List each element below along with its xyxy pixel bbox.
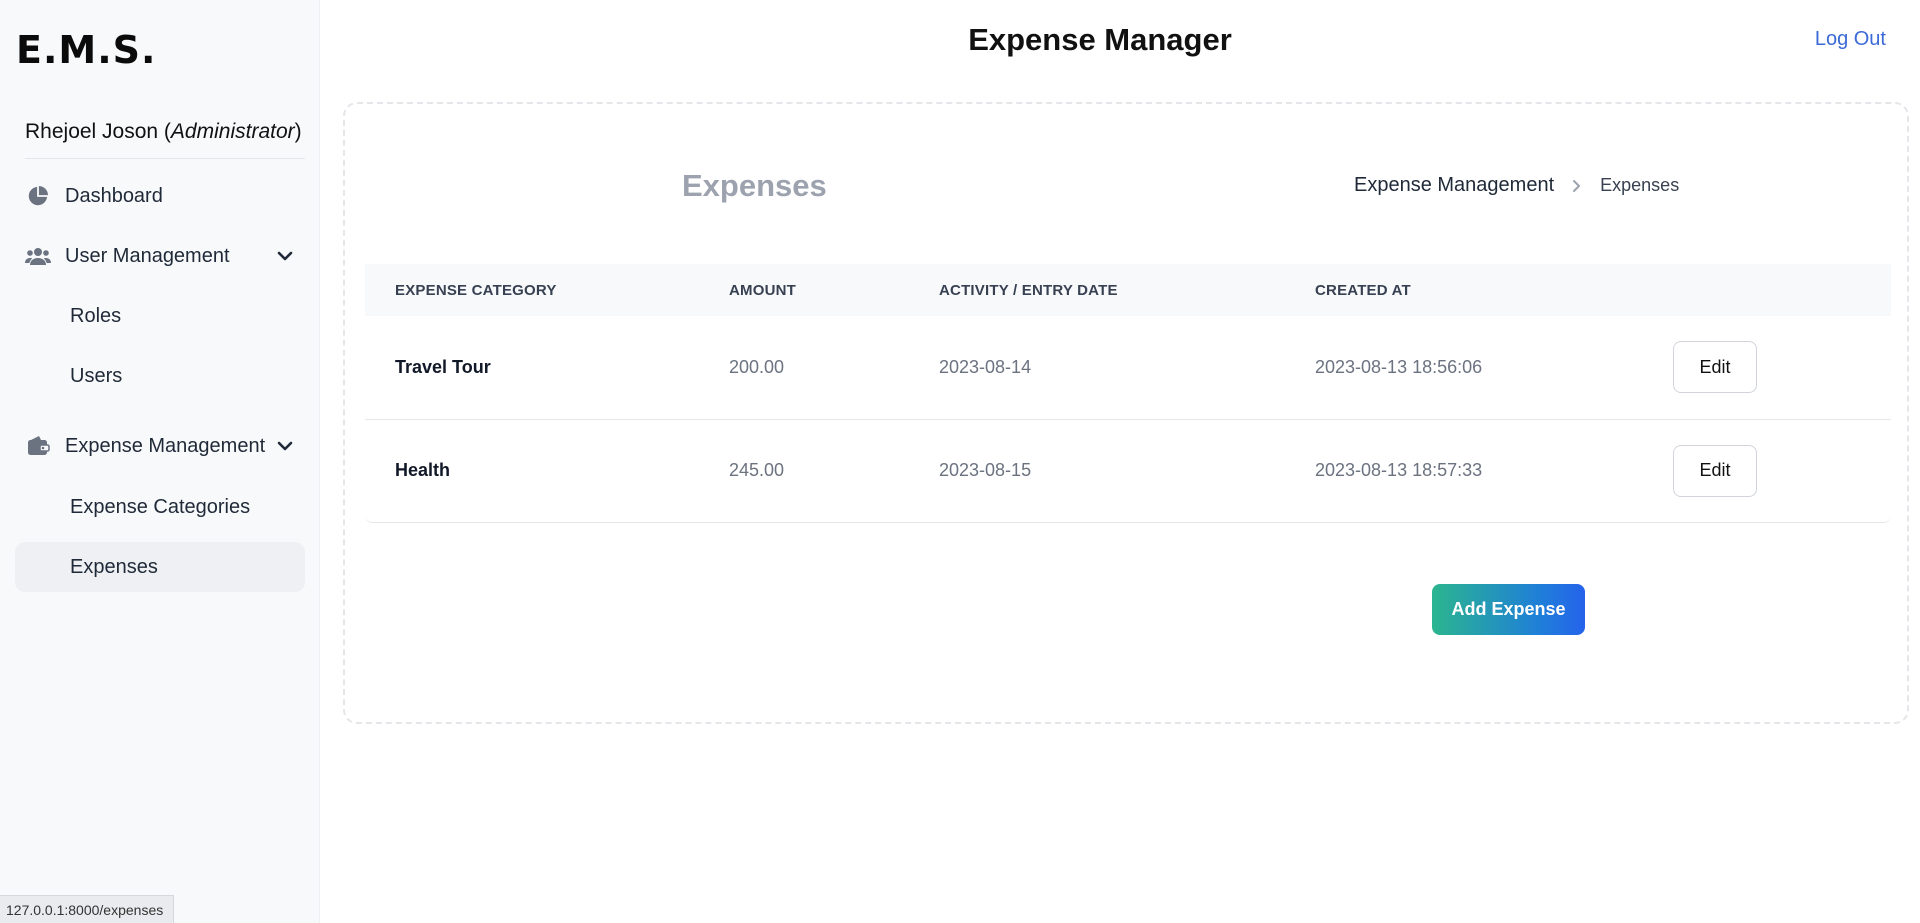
sidebar-item-label: Expense Categories xyxy=(70,495,251,518)
sidebar-item-label: Expense Management xyxy=(65,434,266,457)
sidebar-item-label: User Management xyxy=(65,244,230,267)
column-header-created-at: CREATED AT xyxy=(1315,281,1411,299)
sidebar-item-expenses[interactable]: Expenses xyxy=(15,542,305,592)
breadcrumb-current: Expenses xyxy=(1600,175,1680,195)
sidebar-divider xyxy=(25,158,305,159)
sidebar-item-dashboard[interactable]: Dashboard xyxy=(15,171,305,221)
column-header-amount: AMOUNT xyxy=(729,281,797,299)
user-role: Administrator xyxy=(170,120,295,143)
table-header-row: EXPENSE CATEGORY AMOUNT ACTIVITY / ENTRY… xyxy=(365,264,1891,316)
sidebar-item-roles[interactable]: Roles xyxy=(15,291,305,341)
table-row: Health 245.00 2023-08-15 2023-08-13 18:5… xyxy=(365,419,1891,522)
sidebar-item-label: Roles xyxy=(70,304,122,327)
sidebar-item-expense-categories[interactable]: Expense Categories xyxy=(15,482,305,532)
column-header-entry-date: ACTIVITY / ENTRY DATE xyxy=(939,281,1118,299)
cell-entry-date: 2023-08-14 xyxy=(939,356,1032,377)
cell-category: Travel Tour xyxy=(395,356,491,377)
cell-created-at: 2023-08-13 18:57:33 xyxy=(1315,460,1483,481)
add-expense-button[interactable]: Add Expense xyxy=(1432,584,1585,635)
sidebar-item-label: Users xyxy=(70,364,123,387)
status-bar-url: 127.0.0.1:8000/expenses xyxy=(0,895,175,923)
cell-actions: Edit xyxy=(1643,419,1891,522)
breadcrumb-parent[interactable]: Expense Management xyxy=(1354,174,1554,197)
column-header-actions xyxy=(1643,264,1891,316)
chevron-down-icon[interactable] xyxy=(275,246,295,266)
chevron-down-icon[interactable] xyxy=(275,436,295,456)
sidebar-item-expense-management[interactable]: Expense Management xyxy=(15,421,305,471)
expenses-table: EXPENSE CATEGORY AMOUNT ACTIVITY / ENTRY… xyxy=(365,264,1891,523)
pie-chart-icon xyxy=(25,183,51,209)
current-user: Rhejoel Joson (Administrator) xyxy=(25,120,302,143)
edit-button[interactable]: Edit xyxy=(1673,444,1757,497)
cell-category: Health xyxy=(395,460,451,481)
sidebar-item-user-management[interactable]: User Management xyxy=(15,231,305,281)
sidebar-item-label: Expenses xyxy=(70,555,158,578)
cell-amount: 245.00 xyxy=(729,460,785,481)
cell-created-at: 2023-08-13 18:56:06 xyxy=(1315,356,1483,377)
cell-entry-date: 2023-08-15 xyxy=(939,460,1032,481)
cell-actions: Edit xyxy=(1643,316,1891,419)
users-icon xyxy=(25,243,51,269)
sidebar-item-users[interactable]: Users xyxy=(15,351,305,401)
expenses-card: Expenses Expense Management Expenses EXP… xyxy=(343,102,1909,724)
sidebar: E.M.S. Rhejoel Joson (Administrator) Das… xyxy=(0,0,320,923)
table-row: Travel Tour 200.00 2023-08-14 2023-08-13… xyxy=(365,316,1891,419)
user-name: Rhejoel Joson xyxy=(25,120,159,143)
page-title: Expense Manager xyxy=(968,22,1232,57)
chevron-right-icon xyxy=(1570,179,1584,193)
edit-button[interactable]: Edit xyxy=(1673,341,1757,394)
wallet-icon xyxy=(25,433,51,459)
breadcrumb: Expense Management Expenses xyxy=(1354,174,1679,197)
logout-link[interactable]: Log Out xyxy=(1815,28,1886,51)
cell-amount: 200.00 xyxy=(729,356,785,377)
column-header-category: EXPENSE CATEGORY xyxy=(395,281,557,299)
sidebar-item-label: Dashboard xyxy=(65,184,163,207)
app-logo[interactable]: E.M.S. xyxy=(16,28,156,72)
section-title: Expenses xyxy=(682,168,827,203)
